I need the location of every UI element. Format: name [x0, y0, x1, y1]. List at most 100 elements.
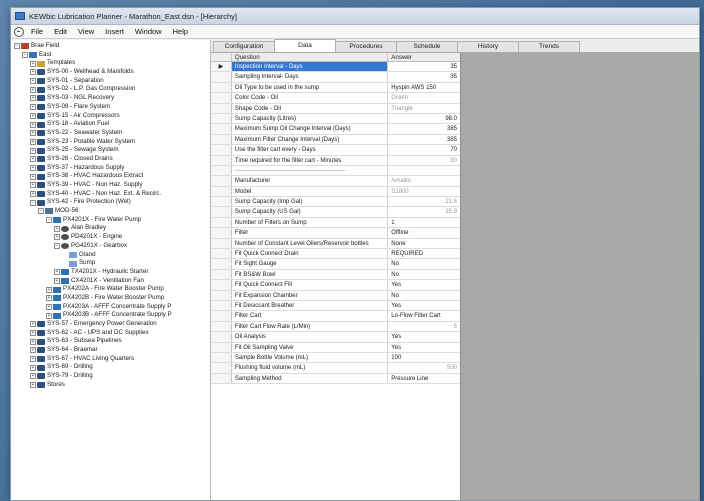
row-selector[interactable]: [211, 311, 232, 321]
expand-icon[interactable]: +: [54, 277, 60, 284]
expand-icon[interactable]: +: [30, 69, 36, 76]
answer-cell[interactable]: 500: [388, 363, 460, 372]
tree-node[interactable]: Sump: [11, 259, 210, 268]
collapse-icon[interactable]: −: [38, 208, 44, 215]
expand-icon[interactable]: +: [30, 382, 36, 389]
row-selector[interactable]: [211, 197, 232, 207]
expand-icon[interactable]: +: [30, 86, 36, 93]
menu-help[interactable]: Help: [173, 27, 188, 36]
row-selector[interactable]: [211, 290, 232, 300]
tree-node[interactable]: + SYS-38 - HVAC Hazardous Extract: [11, 172, 210, 181]
tree-node[interactable]: + SYS-23 - Potable Water System: [11, 138, 210, 147]
expand-icon[interactable]: +: [46, 295, 52, 302]
tree-node[interactable]: + SYS-00 - Wellhead & Manifolds: [11, 68, 210, 77]
grid-row[interactable]: Fit Quick Connect Drain REQUIRED: [211, 249, 460, 260]
row-selector[interactable]: [211, 321, 232, 332]
tree-node[interactable]: + SYS-62 - AC - UPS and DC Supplies: [11, 329, 210, 338]
tab-data[interactable]: Data: [274, 39, 336, 52]
row-selector[interactable]: [211, 238, 232, 249]
grid-row[interactable]: Shape Code - Oil Triangle: [211, 103, 460, 114]
collapse-icon[interactable]: −: [14, 43, 20, 50]
menu-edit[interactable]: Edit: [54, 27, 67, 36]
tree-node[interactable]: − SYS-42 - Fire Protection (Wet): [11, 198, 210, 207]
row-selector[interactable]: [211, 113, 232, 124]
expand-icon[interactable]: +: [30, 330, 36, 337]
tree-node[interactable]: + SYS-64 - Braemar: [11, 346, 210, 355]
tree-node[interactable]: − MOD-56: [11, 207, 210, 216]
expand-icon[interactable]: +: [30, 164, 36, 171]
row-selector[interactable]: [211, 280, 232, 290]
grid-row[interactable]: Fit Quick Connect Fill Yes: [211, 280, 460, 291]
expand-icon[interactable]: +: [30, 121, 36, 128]
grid-row[interactable]: Fit BS&W Bowl No: [211, 269, 460, 281]
row-selector[interactable]: [211, 259, 232, 269]
tree-node[interactable]: + SYS-39 - HVAC - Non Haz. Supply: [11, 181, 210, 190]
grid-row[interactable]: Filter Offline: [211, 228, 460, 239]
answer-cell[interactable]: 385: [388, 135, 460, 144]
tree-node[interactable]: + Templates: [11, 59, 210, 68]
grid-row[interactable]: Filter Cart Flow Rate (L/Min) 5: [211, 321, 460, 333]
row-selector[interactable]: [211, 124, 232, 134]
row-selector[interactable]: [211, 176, 232, 186]
expand-icon[interactable]: +: [30, 347, 36, 354]
answer-cell[interactable]: Offline: [388, 228, 460, 237]
answer-cell[interactable]: REQUIRED: [388, 249, 460, 258]
answer-cell[interactable]: 25.9: [388, 207, 460, 216]
answer-column-header[interactable]: Answer: [388, 53, 460, 61]
row-selector[interactable]: [211, 363, 232, 373]
tree-node[interactable]: + PX4203B - AFFF Concentrate Supply P: [11, 311, 210, 320]
expand-icon[interactable]: +: [46, 312, 52, 319]
answer-cell[interactable]: 100: [388, 353, 460, 362]
tree-node[interactable]: + SYS-63 - Subsea Pipelines: [11, 337, 210, 346]
answer-cell[interactable]: Hyspin AWS 150: [388, 83, 460, 92]
row-selector[interactable]: [211, 332, 232, 342]
tree-node[interactable]: + Alan Bradley: [11, 224, 210, 233]
row-selector[interactable]: ▶: [211, 62, 232, 72]
answer-cell[interactable]: 98.0: [388, 114, 460, 123]
tree-node[interactable]: + PD4201X - Engine: [11, 233, 210, 242]
answer-cell[interactable]: Triangle: [388, 104, 460, 113]
tree-node[interactable]: + SYS-26 - Closed Drains: [11, 155, 210, 164]
grid-row[interactable]: Use the filter cart every - Days 70: [211, 145, 460, 156]
grid-row[interactable]: Number of Filters on Sump 1: [211, 217, 460, 229]
grid-row[interactable]: Sampling Interval- Days 35: [211, 72, 460, 83]
tree-node[interactable]: − Brae Field: [11, 42, 210, 51]
answer-cell[interactable]: Yes: [388, 301, 460, 310]
row-selector[interactable]: [211, 145, 232, 155]
tree-node[interactable]: + PX4202B - Fire Water Booster Pump: [11, 294, 210, 303]
answer-cell[interactable]: 70: [388, 145, 460, 154]
answer-cell[interactable]: 35: [388, 72, 460, 81]
answer-cell[interactable]: Yes: [388, 280, 460, 289]
tree-node[interactable]: + SYS-02 - L.P. Gas Compression: [11, 85, 210, 94]
grid-row[interactable]: Number of Constant Level Oilers/Reservoi…: [211, 238, 460, 250]
expand-icon[interactable]: +: [30, 356, 36, 363]
answer-cell[interactable]: No: [388, 270, 460, 279]
tree-node[interactable]: + SYS-37 - Hazardous Supply: [11, 164, 210, 173]
tree-node[interactable]: + SYS-25 - Sewage System: [11, 146, 210, 155]
grid-row[interactable]: ————————————————————: [211, 165, 460, 177]
answer-cell[interactable]: 385: [388, 124, 460, 133]
menu-file[interactable]: File: [31, 27, 43, 36]
row-selector[interactable]: [211, 186, 232, 197]
tree-node[interactable]: + Stores: [11, 381, 210, 390]
expand-icon[interactable]: +: [30, 191, 36, 198]
expand-icon[interactable]: +: [30, 147, 36, 154]
row-selector[interactable]: [211, 207, 232, 217]
grid-row[interactable]: Flushing fluid volume (mL) 500: [211, 363, 460, 374]
grid-row[interactable]: Fit Desiccant Breather Yes: [211, 300, 460, 312]
row-selector[interactable]: [211, 72, 232, 82]
answer-cell[interactable]: None: [388, 239, 460, 248]
grid-row[interactable]: Filter Cart Lo-Flow Filter Cart: [211, 311, 460, 322]
expand-icon[interactable]: +: [30, 156, 36, 163]
row-selector[interactable]: [211, 82, 232, 93]
answer-cell[interactable]: Lo-Flow Filter Cart: [388, 311, 460, 320]
answer-cell[interactable]: Yes: [388, 332, 460, 341]
answer-cell[interactable]: Yes: [388, 343, 460, 352]
expand-icon[interactable]: +: [54, 234, 60, 241]
menu-window[interactable]: Window: [135, 27, 162, 36]
answer-cell[interactable]: No: [388, 259, 460, 268]
row-selector[interactable]: [211, 249, 232, 259]
tree-node[interactable]: + SYS-01 - Separation: [11, 77, 210, 86]
expand-icon[interactable]: +: [46, 286, 52, 293]
answer-cell[interactable]: Pressure Line: [388, 374, 460, 383]
